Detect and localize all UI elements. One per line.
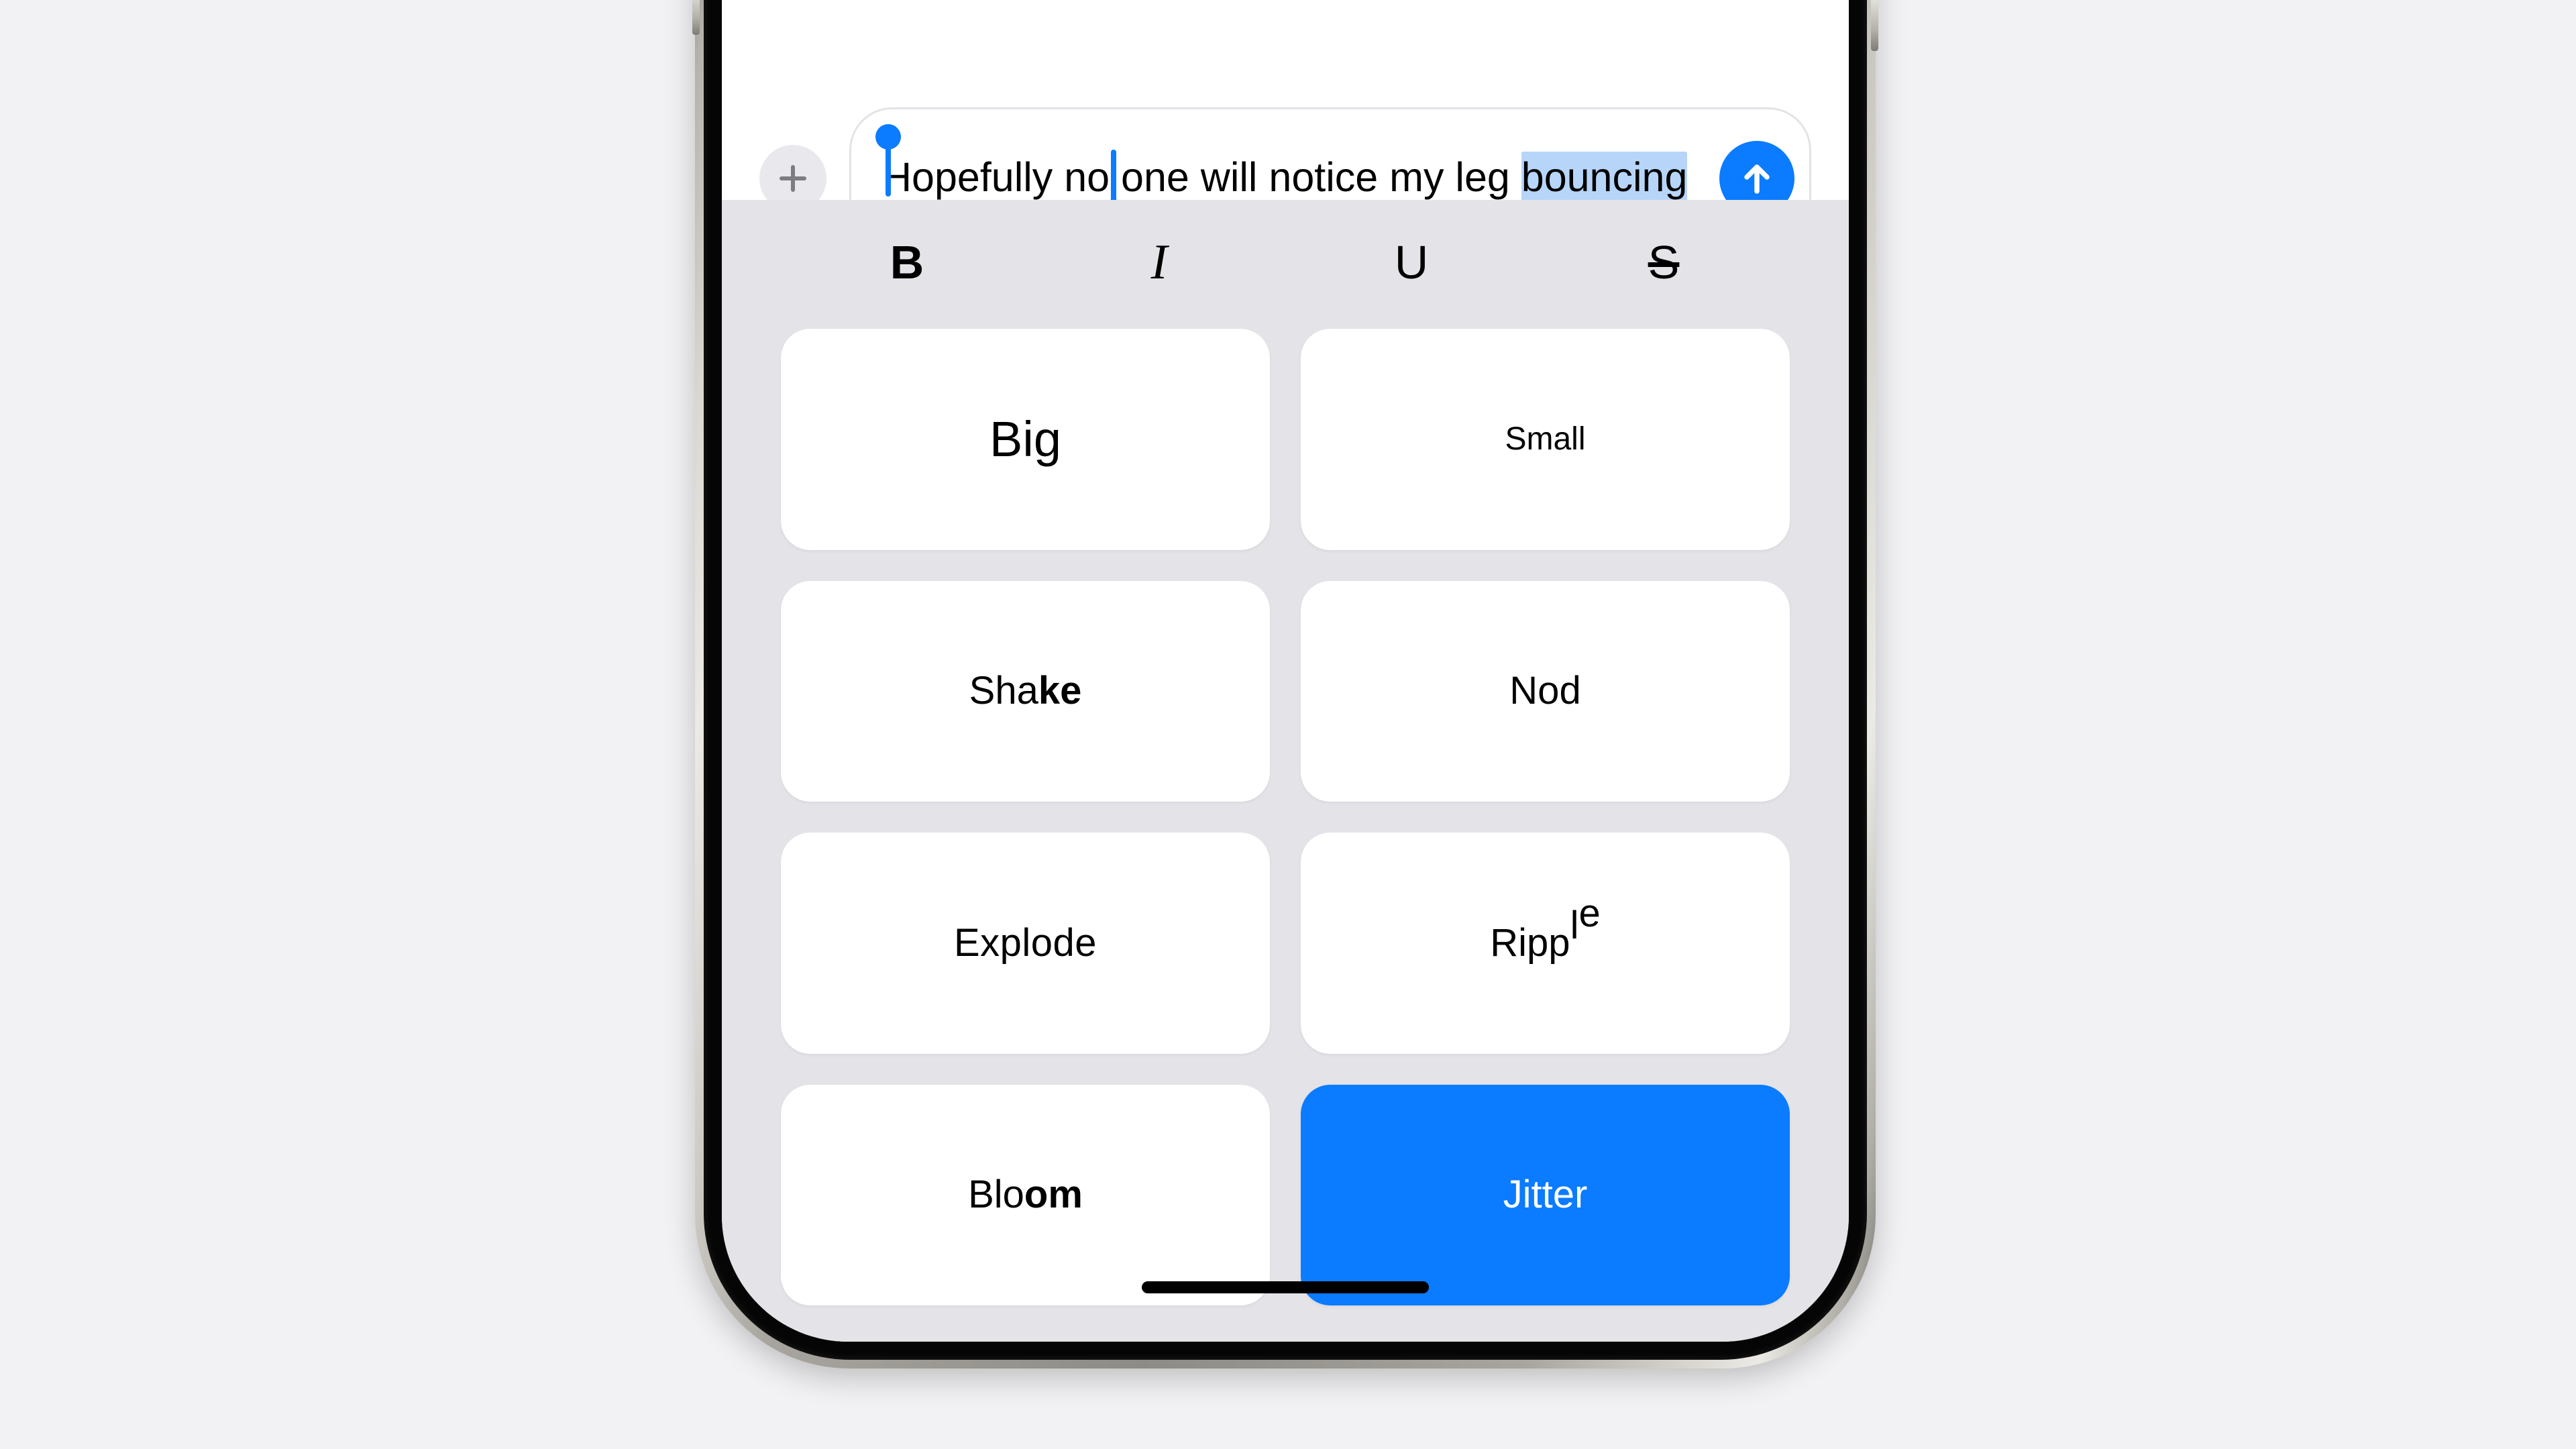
volume-button[interactable] [692, 0, 700, 35]
device-screen: caffeine🫨 Delivered One triple shot comi… [722, 0, 1849, 1342]
text-effect-label: Ripp l e [1490, 894, 1600, 965]
selection-handle-bar [885, 136, 891, 197]
text-effect-shake[interactable]: Sha ke [781, 580, 1270, 802]
text-effect-jitter[interactable]: Jitter [1301, 1084, 1790, 1305]
text-effect-label-part-3: e [1578, 891, 1601, 935]
text-effect-big[interactable]: Big [781, 329, 1270, 550]
arrow-up-icon [1744, 164, 1770, 194]
message-input-text: Hopefully no one will notice my leg boun… [882, 151, 1709, 203]
text-effects-panel: B I U S Big Small Sha ke Nod Explode Rip… [722, 200, 1849, 1342]
text-effect-label-part-a: Blo [968, 1173, 1024, 1217]
bold-button[interactable]: B [781, 239, 1033, 286]
text-effects-grid: Big Small Sha ke Nod Explode Ripp l e Bl… [722, 325, 1849, 1342]
text-effect-ripple[interactable]: Ripp l e [1301, 833, 1790, 1054]
selection-handle-start[interactable] [875, 124, 901, 197]
text-effect-label: Big [989, 411, 1061, 467]
text-effect-label-part-b: om [1024, 1173, 1083, 1217]
message-input-unselected-text: Hopefully no one will notice my leg [882, 154, 1521, 200]
text-effect-label-part-2: l [1570, 903, 1579, 947]
text-effect-label-part-1: Ripp [1490, 920, 1570, 965]
text-effect-bloom[interactable]: Blo om [781, 1084, 1270, 1305]
power-button[interactable] [1871, 0, 1878, 51]
iphone-device-frame: caffeine🫨 Delivered One triple shot comi… [692, 0, 1878, 1368]
text-effect-label: Jitter [1503, 1173, 1588, 1217]
home-indicator[interactable] [1142, 1281, 1429, 1293]
text-effect-label: Small [1505, 421, 1586, 457]
text-effect-label-part-b: ke [1038, 669, 1082, 713]
strikethrough-button[interactable]: S [1538, 239, 1790, 286]
message-input-selected-text: bouncing [1521, 152, 1688, 203]
text-effect-label: Explode [953, 920, 1097, 965]
underline-button[interactable]: U [1285, 239, 1538, 286]
text-effect-label: Nod [1509, 669, 1581, 713]
text-effect-nod[interactable]: Nod [1301, 580, 1790, 802]
text-format-toolbar: B I U S [722, 200, 1849, 325]
italic-button[interactable]: I [1033, 237, 1285, 287]
text-effect-small[interactable]: Small [1301, 329, 1790, 550]
text-effect-label-part-a: Sha [969, 669, 1038, 713]
text-effect-explode[interactable]: Explode [781, 833, 1270, 1054]
